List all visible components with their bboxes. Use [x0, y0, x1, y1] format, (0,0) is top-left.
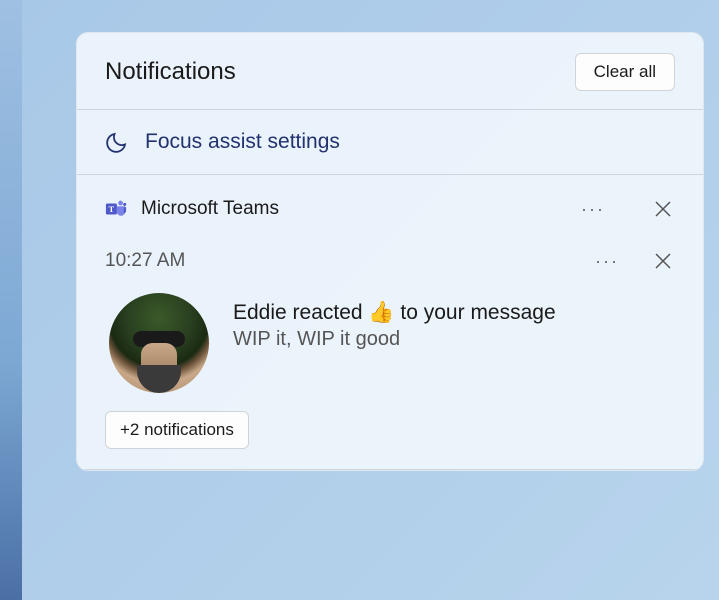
notifications-header: Notifications Clear all [77, 33, 703, 109]
notification-subtitle: WIP it, WIP it good [233, 328, 675, 351]
notification-item[interactable]: 10:27 AM ··· Eddie reacted 👍 to your mes… [77, 237, 703, 469]
more-notifications-button[interactable]: +2 notifications [105, 411, 249, 449]
group-close-button[interactable] [651, 197, 675, 221]
focus-assist-label: Focus assist settings [145, 130, 340, 154]
notifications-panel: Notifications Clear all Focus assist set… [76, 32, 704, 471]
group-more-button[interactable]: ··· [579, 195, 607, 223]
clear-all-button[interactable]: Clear all [575, 53, 675, 91]
notification-text: Eddie reacted 👍 to your message WIP it, … [233, 293, 675, 351]
teams-icon: T [105, 198, 127, 220]
desktop-edge [0, 0, 22, 600]
notification-title: Eddie reacted 👍 to your message [233, 299, 675, 326]
divider [77, 469, 703, 470]
notification-item-header: 10:27 AM ··· [105, 247, 675, 293]
notification-body: Eddie reacted 👍 to your message WIP it, … [105, 293, 675, 393]
ellipsis-icon: ··· [581, 199, 605, 220]
panel-title: Notifications [105, 58, 236, 86]
notification-close-button[interactable] [651, 249, 675, 273]
ellipsis-icon: ··· [595, 251, 619, 272]
app-name: Microsoft Teams [141, 198, 565, 220]
avatar [109, 293, 209, 393]
focus-assist-settings-link[interactable]: Focus assist settings [77, 110, 703, 174]
notification-time: 10:27 AM [105, 250, 593, 272]
notification-group-header: T Microsoft Teams ··· [105, 189, 675, 237]
svg-text:T: T [109, 205, 115, 214]
notification-group: T Microsoft Teams ··· [77, 175, 703, 237]
notification-more-button[interactable]: ··· [593, 247, 621, 275]
moon-icon [105, 130, 129, 154]
